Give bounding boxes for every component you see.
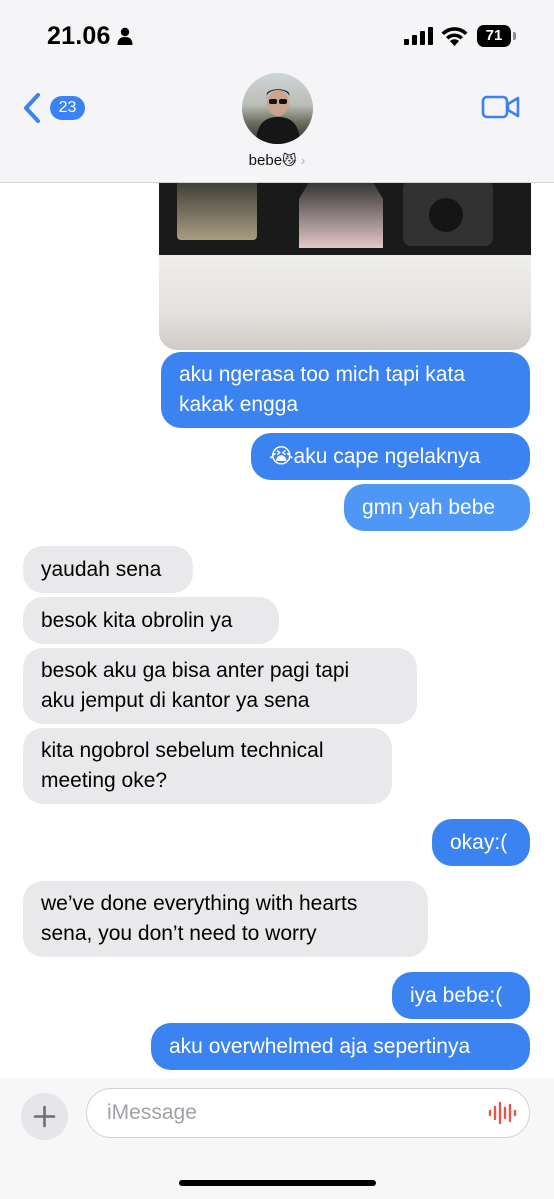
unread-count-badge: 23 xyxy=(50,96,85,120)
sent-message-bubble[interactable]: okay:( xyxy=(432,819,530,866)
wifi-icon xyxy=(441,27,468,46)
battery-level: 71 xyxy=(477,25,511,47)
sent-message-bubble[interactable]: aku overwhelmed aja sepertinya xyxy=(151,1023,530,1070)
avatar-photo xyxy=(256,89,300,144)
chevron-left-icon xyxy=(24,93,40,123)
conversation-header: 21.06 71 23 bebe😼 › xyxy=(0,0,554,183)
received-message-bubble[interactable]: kita ngobrol sebelum technical meeting o… xyxy=(23,728,392,804)
sent-message-bubble[interactable]: gmn yah bebe xyxy=(344,484,530,531)
photo-object xyxy=(403,180,493,246)
photo-object xyxy=(299,178,383,248)
photo-surface xyxy=(159,255,531,350)
photo-object xyxy=(177,180,257,240)
avatar[interactable] xyxy=(242,73,313,144)
add-attachment-button[interactable] xyxy=(21,1093,68,1140)
back-button[interactable]: 23 xyxy=(22,92,86,126)
compose-bar xyxy=(0,1078,554,1199)
sent-message-bubble[interactable]: iya bebe:( xyxy=(392,972,530,1019)
video-camera-icon[interactable] xyxy=(481,93,521,121)
received-message-bubble[interactable]: besok kita obrolin ya xyxy=(23,597,279,644)
cellular-signal-icon xyxy=(404,27,433,45)
sent-message-bubble[interactable]: 😭aku cape ngelaknya xyxy=(251,433,530,480)
battery-icon: 71 xyxy=(477,25,517,47)
received-message-bubble[interactable]: besok aku ga bisa anter pagi tapi aku je… xyxy=(23,648,417,724)
sent-message-bubble[interactable]: aku ngerasa too mich tapi kata kakak eng… xyxy=(161,352,530,428)
audio-waveform-icon[interactable] xyxy=(487,1101,517,1125)
message-input[interactable] xyxy=(86,1088,530,1138)
contact-name-text: bebe xyxy=(248,152,283,169)
home-indicator[interactable] xyxy=(179,1180,376,1186)
received-message-bubble[interactable]: we’ve done everything with hearts sena, … xyxy=(23,881,428,957)
contact-emoji: 😼 xyxy=(282,152,297,168)
received-message-bubble[interactable]: yaudah sena xyxy=(23,546,193,593)
photo-attachment[interactable] xyxy=(159,160,531,350)
person-icon xyxy=(117,27,133,45)
status-time: 21.06 xyxy=(47,22,111,50)
contact-name[interactable]: bebe😼 › xyxy=(0,152,554,169)
battery-cap xyxy=(513,32,516,40)
chevron-right-icon: › xyxy=(300,152,306,168)
plus-icon xyxy=(33,1105,56,1128)
